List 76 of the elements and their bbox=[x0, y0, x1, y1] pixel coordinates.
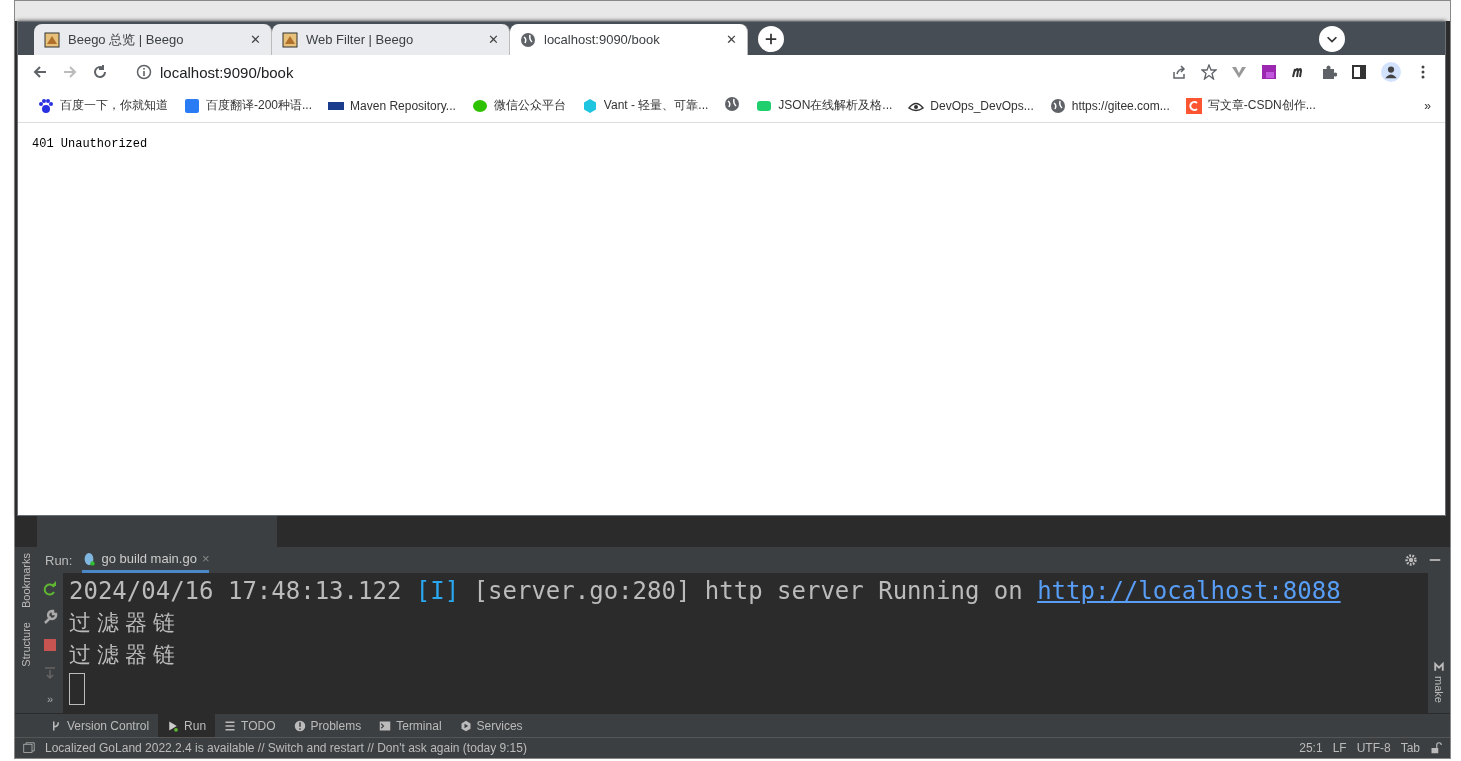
bookmark[interactable]: DevOps_DevOps... bbox=[908, 97, 1034, 114]
console-link[interactable]: http://localhost:8088 bbox=[1037, 577, 1341, 605]
rerun-icon[interactable] bbox=[42, 581, 58, 597]
bookmark[interactable]: https://gitee.com... bbox=[1049, 97, 1170, 114]
side-tool-tab[interactable]: Structure bbox=[20, 622, 32, 667]
terminal-icon bbox=[379, 719, 392, 732]
tool-window-tab[interactable]: Version Control bbox=[41, 714, 159, 737]
v-shape-icon[interactable] bbox=[1231, 64, 1247, 80]
paw-icon bbox=[38, 97, 54, 114]
back-arrow-icon[interactable] bbox=[32, 64, 48, 80]
puzzle-icon[interactable] bbox=[1321, 64, 1337, 80]
browser-tab[interactable]: Beego 总览 | Beego ✕ bbox=[34, 24, 272, 55]
globe-icon bbox=[1049, 97, 1066, 114]
side-tool-tab[interactable]: make bbox=[1433, 676, 1445, 703]
address-field[interactable]: localhost:9090/book bbox=[136, 63, 1157, 81]
csdn-icon bbox=[1185, 97, 1202, 114]
page-message: 401 Unauthorized bbox=[32, 137, 148, 151]
unlocked-icon bbox=[1430, 742, 1442, 754]
bookmark[interactable]: JSON在线解析及格... bbox=[756, 97, 893, 114]
tool-window-tab[interactable]: Services bbox=[450, 714, 532, 737]
status-item[interactable]: 25:1 bbox=[1299, 741, 1323, 755]
star-icon[interactable] bbox=[1201, 64, 1217, 80]
text-cursor bbox=[69, 673, 85, 705]
plus-icon bbox=[764, 32, 778, 46]
bookmark[interactable]: Vant - 轻量、可靠... bbox=[581, 97, 709, 114]
branch-icon bbox=[50, 719, 62, 732]
tool-window-tab[interactable]: Problems bbox=[284, 714, 371, 737]
close-icon[interactable]: ✕ bbox=[250, 32, 261, 47]
profile-icon[interactable] bbox=[1381, 62, 1401, 82]
status-message[interactable]: Localized GoLand 2022.2.4 is available // Switch and restart // Don't ask again (today 9:15) bbox=[45, 741, 527, 755]
bookmark[interactable]: 写文章-CSDN创作... bbox=[1185, 97, 1316, 114]
alert-icon bbox=[293, 719, 306, 732]
services-icon bbox=[459, 719, 472, 732]
bookmark[interactable]: 百度翻译-200种语... bbox=[184, 97, 313, 114]
tool-window-tab[interactable]: Terminal bbox=[370, 714, 451, 737]
stop-icon[interactable] bbox=[42, 637, 58, 653]
more-tools-icon[interactable]: » bbox=[46, 693, 54, 705]
logo-icon bbox=[44, 31, 60, 48]
status-item[interactable]: Tab bbox=[1400, 741, 1420, 755]
status-item[interactable]: LF bbox=[1332, 741, 1347, 755]
run-label: Run: bbox=[45, 552, 73, 568]
close-icon[interactable]: ✕ bbox=[488, 32, 499, 47]
tab-search-button[interactable] bbox=[1319, 26, 1345, 52]
play-icon bbox=[167, 719, 180, 732]
settings-icon[interactable] bbox=[1404, 553, 1418, 567]
more-bookmarks-icon[interactable]: » bbox=[1424, 98, 1431, 113]
share-icon[interactable] bbox=[1171, 64, 1187, 80]
console-line: 过滤器链 bbox=[69, 641, 181, 669]
globe-icon bbox=[724, 96, 741, 112]
close-icon[interactable]: ✕ bbox=[726, 32, 737, 47]
list-icon bbox=[224, 719, 237, 732]
logo-icon bbox=[282, 31, 298, 48]
app-icon bbox=[184, 97, 200, 114]
browser-tab[interactable]: Web Filter | Beego ✕ bbox=[272, 24, 510, 55]
run-configuration-tab[interactable]: go build main.go × bbox=[82, 547, 210, 573]
extension-square-icon[interactable] bbox=[1261, 64, 1277, 80]
side-tool-tab[interactable]: Bookmarks bbox=[20, 553, 32, 609]
bookmark[interactable]: 百度一下，你就知道 bbox=[38, 97, 168, 114]
panel-toggle-icon[interactable] bbox=[23, 742, 35, 754]
new-tab-button[interactable] bbox=[758, 26, 784, 52]
bookmark[interactable]: Maven Repository... bbox=[328, 97, 456, 114]
reload-icon[interactable] bbox=[92, 64, 108, 80]
console-line: 2024/04/16 17:48:13.122 [I] [server.go:280] http server Running on http://localhost:8088 bbox=[69, 576, 1342, 607]
globe-icon bbox=[520, 31, 536, 48]
console-line: 过滤器链 bbox=[69, 609, 181, 637]
tool-window-tab[interactable]: TODO bbox=[215, 714, 285, 737]
chat-icon bbox=[471, 97, 488, 114]
wrench-icon[interactable] bbox=[42, 609, 58, 625]
browser-tab[interactable]: localhost:9090/book ✕ bbox=[510, 24, 748, 55]
side-panel-icon[interactable] bbox=[1351, 64, 1367, 80]
m-letter-shape-icon bbox=[1434, 662, 1444, 673]
info-icon bbox=[136, 64, 152, 80]
status-item[interactable]: UTF-8 bbox=[1356, 741, 1391, 755]
bookmark[interactable]: 微信公众平台 bbox=[471, 97, 566, 114]
hexagon-icon bbox=[581, 97, 598, 114]
tool-window-tab[interactable]: Run bbox=[158, 714, 216, 737]
